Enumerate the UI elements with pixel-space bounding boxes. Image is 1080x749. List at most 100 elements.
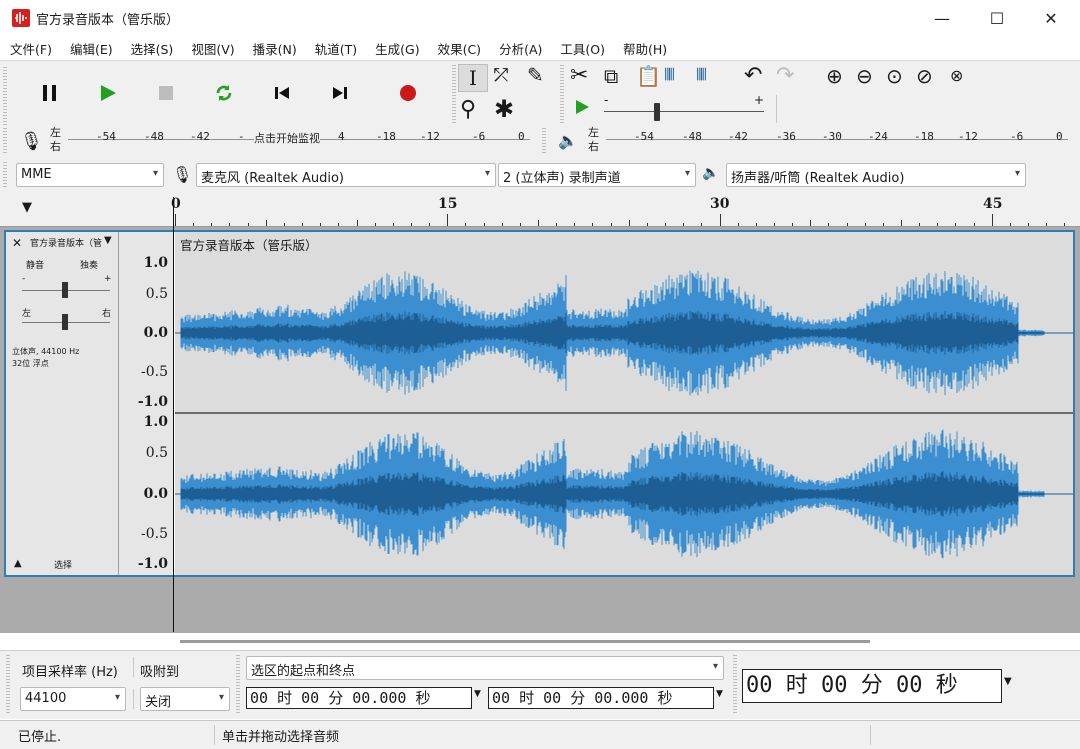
toolbar-grip[interactable]	[452, 65, 456, 125]
toolbar-grip[interactable]	[733, 655, 737, 715]
playback-device-select[interactable]: 扬声器/听筒 (Realtek Audio) ▾	[726, 163, 1026, 187]
paste-icon[interactable]: 📋	[636, 64, 661, 88]
zoom-in-icon[interactable]: ⊕	[826, 64, 843, 88]
solo-button[interactable]: 独奏	[80, 258, 98, 271]
speed-slider-thumb[interactable]	[654, 103, 660, 121]
play-meter[interactable]: -54 -48 -42 -36 -30 -24 -18 -12 -6 0	[606, 128, 1068, 152]
loop-button[interactable]	[204, 71, 244, 115]
skip-to-start-button[interactable]	[262, 71, 302, 115]
toolbar-grip[interactable]	[560, 65, 564, 93]
time-format-chevron-icon[interactable]: ▼	[474, 689, 481, 699]
play-button[interactable]	[88, 71, 128, 115]
draw-tool-icon[interactable]: ✎	[527, 63, 544, 87]
multi-tool-icon[interactable]: ✱	[494, 95, 514, 123]
selection-mode-value: 选区的起点和终点	[251, 664, 356, 679]
track-bit-depth-info: 32位 浮点	[12, 359, 49, 368]
menu-help[interactable]: 帮助(H)	[613, 39, 675, 58]
toolbar-grip[interactable]	[3, 162, 7, 188]
toolbar-grip[interactable]	[560, 95, 564, 123]
play-at-speed-button[interactable]	[574, 99, 590, 119]
cut-icon[interactable]: ✂	[570, 63, 588, 88]
play-icon	[576, 100, 589, 114]
ruler-tick	[719, 214, 721, 226]
recording-device-value: 麦克风 (Realtek Audio)	[201, 171, 345, 186]
toolbar-grip[interactable]	[542, 128, 546, 154]
pan-slider-thumb[interactable]	[62, 314, 68, 330]
menu-select[interactable]: 选择(S)	[121, 39, 182, 58]
menu-analyze[interactable]: 分析(A)	[489, 39, 550, 58]
silence-audio-icon[interactable]: ⫼⫼	[696, 67, 707, 83]
horizontal-scrollbar[interactable]	[180, 640, 870, 643]
recording-device-select[interactable]: 麦克风 (Realtek Audio) ▾	[196, 163, 496, 187]
envelope-tool-icon[interactable]: ⤱	[494, 65, 508, 86]
track-name-menu[interactable]: 官方录音版本（管	[30, 236, 104, 249]
project-rate-select[interactable]: 44100 ▾	[20, 687, 126, 711]
gain-slider-thumb[interactable]	[62, 282, 68, 298]
skip-to-end-button[interactable]	[320, 71, 360, 115]
record-meter[interactable]: -54 -48 -42 - 点击开始监视 4 -18 -12 -6 0	[68, 128, 530, 152]
menu-generate[interactable]: 生成(G)	[365, 39, 427, 58]
gain-slider[interactable]: - +	[22, 274, 112, 298]
menu-tools[interactable]: 工具(O)	[550, 39, 613, 58]
selection-end-time[interactable]: 00 时 00 分 00.000 秒	[488, 687, 714, 709]
ruler-tick	[556, 223, 558, 226]
pan-slider[interactable]: 左 右	[22, 308, 112, 330]
time-format-chevron-icon[interactable]: ▼	[716, 689, 723, 699]
collapse-track-icon[interactable]: ▲	[14, 558, 22, 569]
gain-plus-label: +	[104, 274, 112, 284]
audio-host-select[interactable]: MME ▾	[16, 163, 164, 187]
menu-effect[interactable]: 效果(C)	[428, 39, 489, 58]
toolbar-grip[interactable]	[236, 655, 240, 715]
ruler-tick	[320, 223, 322, 226]
start-monitoring-hint[interactable]: 点击开始监视	[254, 130, 320, 146]
menu-view[interactable]: 视图(V)	[181, 39, 242, 58]
minimize-button[interactable]: —	[919, 0, 965, 36]
toolbar-grip[interactable]	[3, 67, 7, 127]
toolbar-grip[interactable]	[6, 655, 10, 715]
copy-icon[interactable]: ⧉	[604, 64, 618, 88]
waveform-clip[interactable]	[175, 232, 1073, 575]
fit-selection-icon[interactable]: ⊙	[886, 64, 903, 88]
undo-icon[interactable]: ↶	[744, 63, 762, 88]
pause-icon	[43, 85, 56, 101]
zoom-out-icon[interactable]: ⊖	[856, 64, 873, 88]
selection-start-time[interactable]: 00 时 00 分 00.000 秒	[246, 687, 472, 709]
speaker-icon[interactable]: 🔈	[558, 131, 578, 150]
track-menu-chevron-icon[interactable]: ▼	[104, 235, 112, 246]
microphone-icon[interactable]: 🎙	[20, 131, 43, 152]
zoom-tool-icon[interactable]: ⚲	[460, 97, 476, 122]
menu-transport[interactable]: 播录(N)	[243, 39, 305, 58]
mute-button[interactable]: 静音	[26, 258, 44, 271]
stop-button[interactable]	[146, 71, 186, 115]
waveform-display[interactable]	[175, 232, 1073, 575]
select-track-button[interactable]: 选择	[54, 558, 72, 571]
time-format-chevron-icon[interactable]: ▼	[1004, 676, 1012, 687]
meter-tick: -18	[914, 130, 934, 143]
zoom-toggle-icon[interactable]: ⊗	[950, 66, 963, 85]
selection-mode-select[interactable]: 选区的起点和终点 ▾	[246, 656, 724, 680]
record-button[interactable]	[388, 71, 428, 115]
redo-icon[interactable]: ↷	[776, 63, 794, 88]
meter-tick: -	[238, 130, 245, 143]
menu-edit[interactable]: 编辑(E)	[60, 39, 121, 58]
playhead-cursor[interactable]	[173, 197, 174, 632]
trim-audio-icon[interactable]: ⫼⫼	[664, 67, 675, 83]
playback-speed-slider[interactable]: - +	[604, 93, 764, 121]
maximize-button[interactable]: ☐	[974, 0, 1020, 36]
menu-tracks[interactable]: 轨道(T)	[305, 39, 365, 58]
pause-button[interactable]	[30, 71, 70, 115]
toolbar-grip[interactable]	[3, 128, 7, 154]
selection-tool-icon[interactable]: I	[458, 64, 488, 92]
close-track-icon[interactable]: ✕	[12, 236, 22, 250]
close-button[interactable]: ✕	[1028, 0, 1074, 36]
recording-channels-select[interactable]: 2 (立体声) 录制声道 ▾	[498, 163, 696, 187]
audio-position-time[interactable]: 00 时 00 分 00 秒	[742, 669, 1002, 703]
snap-to-select[interactable]: 关闭 ▾	[140, 687, 230, 711]
clip-title[interactable]: 官方录音版本（管乐版）	[180, 235, 318, 254]
ruler-tick	[628, 220, 630, 226]
fit-project-icon[interactable]: ⊘	[916, 64, 933, 88]
skip-to-end-icon	[333, 87, 347, 99]
menu-file[interactable]: 文件(F)	[0, 39, 60, 58]
timeline-ruler[interactable]: ▼ 0 15 30 45	[0, 192, 1080, 227]
channel-waveform	[175, 270, 1073, 396]
